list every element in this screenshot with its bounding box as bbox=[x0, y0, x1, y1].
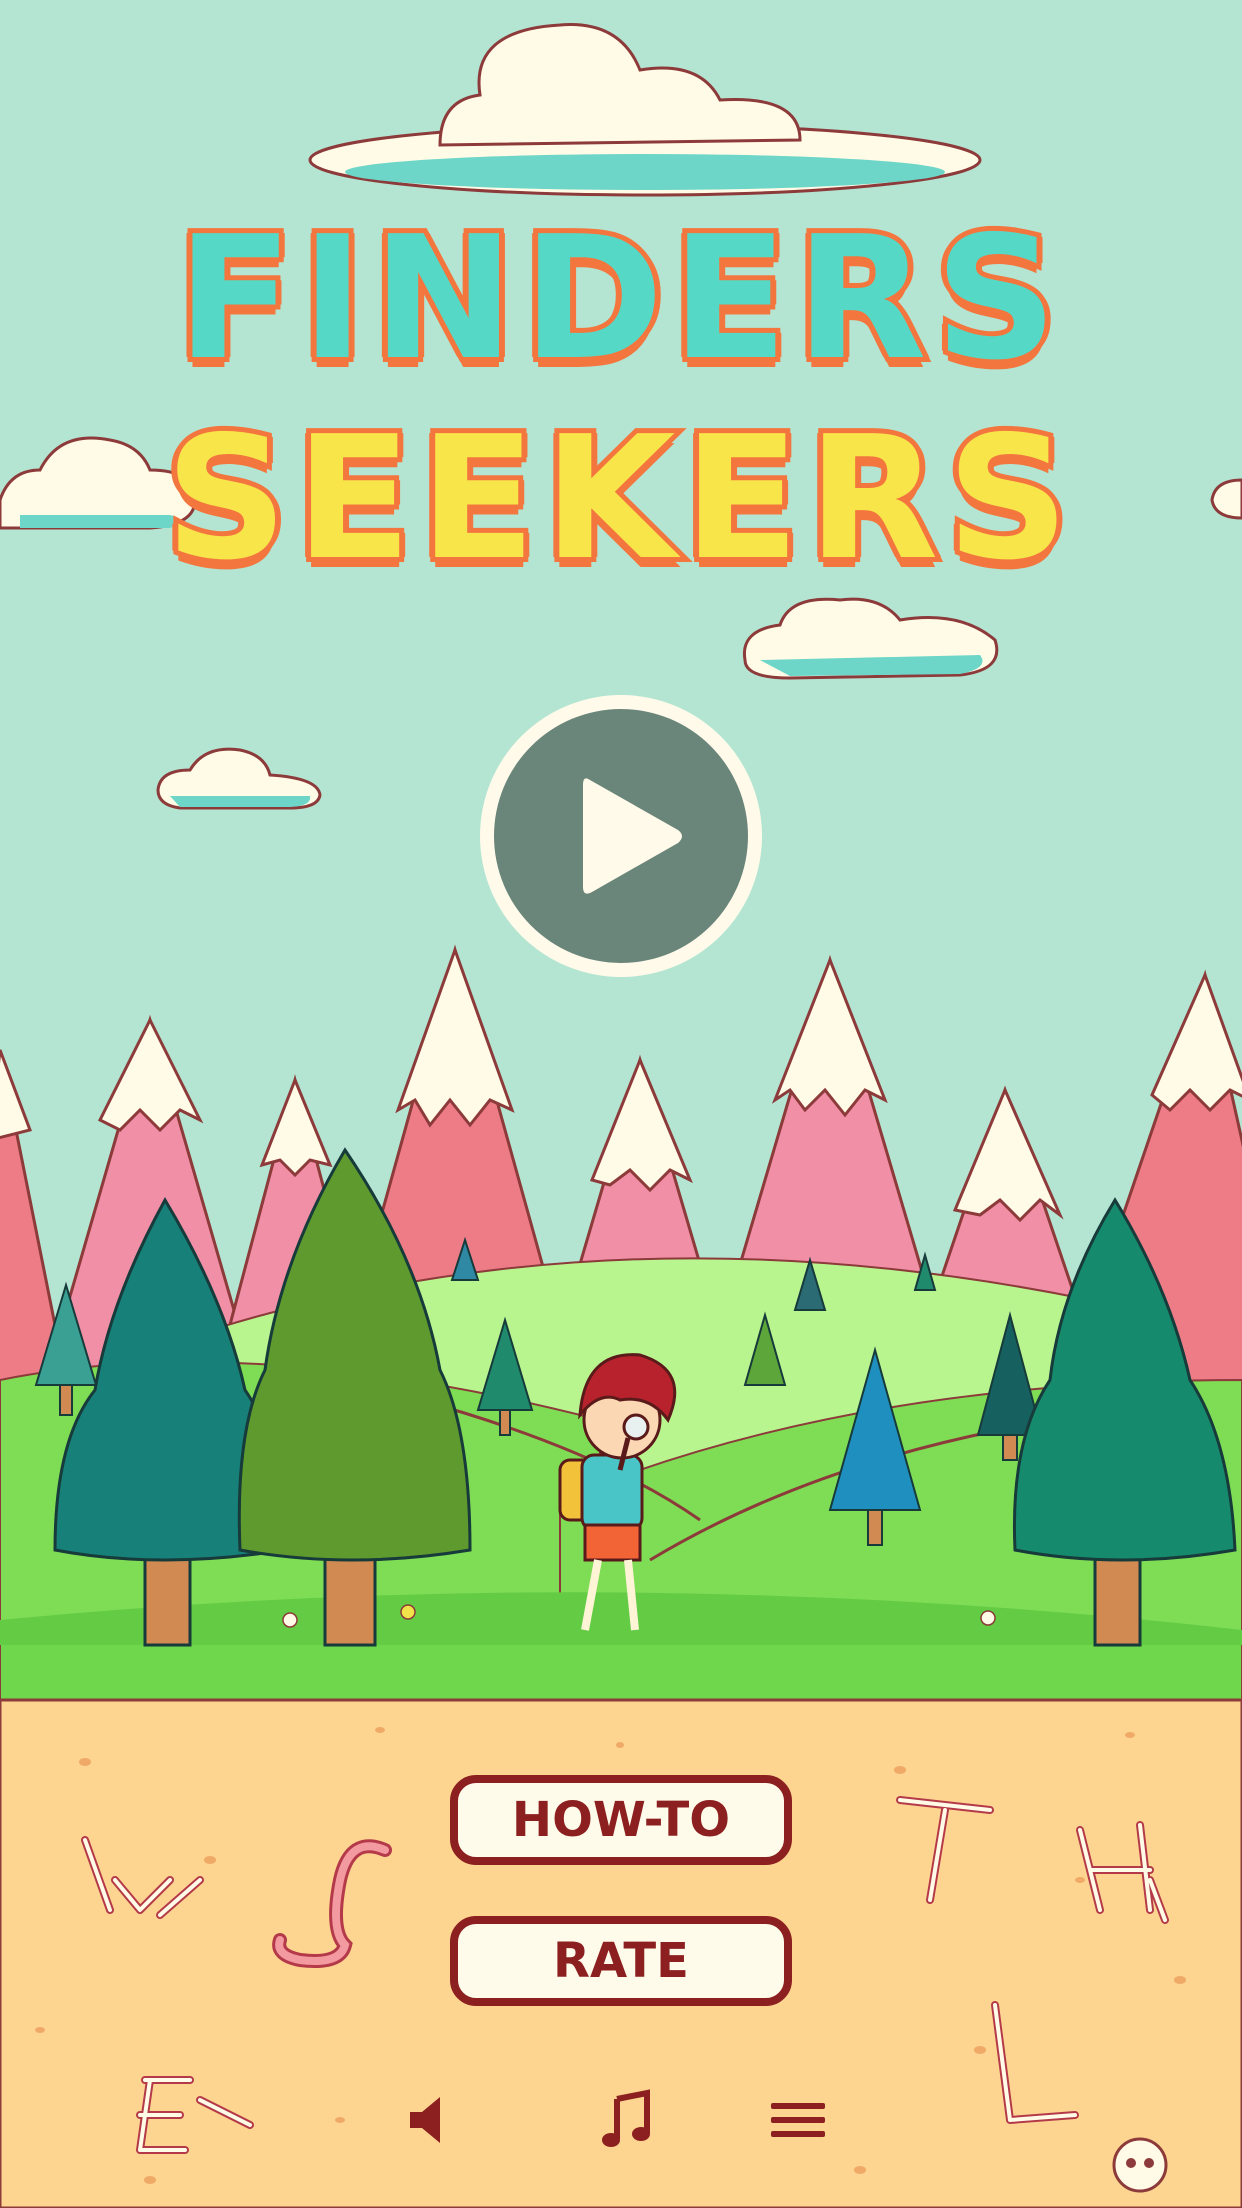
ground-grass bbox=[0, 1639, 1242, 1701]
how-to-button[interactable]: HOW-TO bbox=[450, 1775, 792, 1865]
music-icon[interactable] bbox=[595, 2085, 665, 2155]
sound-icon[interactable] bbox=[395, 2085, 465, 2155]
title-finders: FINDERS bbox=[172, 195, 1066, 403]
title-seekers: SEEKERS bbox=[160, 395, 1077, 603]
play-button[interactable] bbox=[480, 695, 762, 977]
menu-icon[interactable] bbox=[763, 2085, 833, 2155]
skull-icon bbox=[1112, 2137, 1168, 2193]
rate-button[interactable]: RATE bbox=[450, 1916, 792, 2006]
play-icon bbox=[583, 778, 682, 894]
